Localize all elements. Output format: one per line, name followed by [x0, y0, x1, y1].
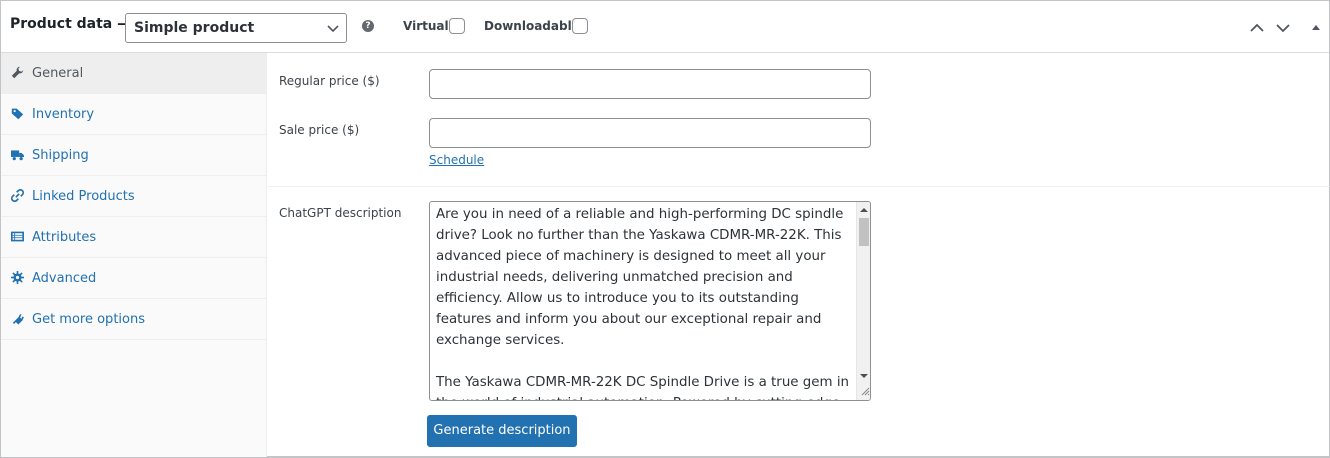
collapse-toggle-icon[interactable] [1308, 20, 1324, 36]
wrench-icon [11, 66, 24, 79]
scroll-up-icon[interactable] [860, 206, 868, 214]
product-data-title: Product data — [10, 16, 132, 32]
tab-shipping[interactable]: Shipping [1, 135, 266, 176]
resize-handle-icon[interactable] [860, 386, 870, 396]
textarea-scrollbar[interactable] [856, 202, 870, 400]
tab-inventory[interactable]: Inventory [1, 94, 266, 135]
virtual-checkbox[interactable] [449, 18, 465, 34]
chevron-down-icon [327, 25, 339, 33]
scroll-down-icon[interactable] [860, 372, 868, 380]
tab-label: Advanced [32, 271, 97, 286]
tab-linked-products[interactable]: Linked Products [1, 176, 266, 217]
tab-attributes[interactable]: Attributes [1, 217, 266, 258]
regular-price-input[interactable] [429, 69, 871, 99]
tab-label: Linked Products [32, 189, 135, 204]
tag-icon [11, 108, 24, 120]
sale-price-input[interactable] [429, 118, 871, 148]
regular-price-label: Regular price ($) [279, 74, 380, 88]
move-up-icon[interactable] [1249, 20, 1265, 36]
tab-label: General [32, 66, 84, 81]
list-icon [11, 231, 24, 242]
generate-description-button[interactable]: Generate description [427, 415, 577, 447]
help-icon[interactable]: ? [362, 20, 374, 32]
tab-label: Get more options [32, 312, 145, 327]
product-type-select[interactable]: Simple product [125, 13, 347, 43]
downloadable-checkbox[interactable] [572, 18, 588, 34]
sale-price-label: Sale price ($) [279, 123, 360, 137]
metabox-header: Product data — Simple product ? Virtual:… [1, 1, 1329, 53]
product-data-tabs: General Inventory Shipping Linked Produc… [1, 53, 267, 457]
plugin-icon [12, 314, 24, 325]
tab-label: Shipping [32, 148, 89, 163]
chatgpt-description-label: ChatGPT description [279, 206, 402, 220]
link-icon [11, 189, 24, 202]
scrollbar-thumb[interactable] [859, 218, 869, 246]
chatgpt-description-text: Are you in need of a reliable and high-p… [436, 207, 850, 400]
tab-advanced[interactable]: Advanced [1, 258, 266, 299]
section-divider [268, 186, 1330, 187]
general-panel: Regular price ($) Sale price ($) Schedul… [268, 53, 1330, 457]
chatgpt-description-textarea[interactable]: Are you in need of a reliable and high-p… [429, 201, 871, 401]
product-type-value: Simple product [134, 20, 255, 36]
tab-label: Inventory [32, 107, 95, 122]
tab-general[interactable]: General [1, 53, 266, 94]
gear-icon [11, 271, 24, 284]
downloadable-label: Downloadable: [484, 19, 585, 33]
tab-label: Attributes [32, 230, 97, 245]
virtual-label: Virtual: [403, 19, 454, 33]
tab-get-more-options[interactable]: Get more options [1, 299, 266, 340]
product-data-metabox: Product data — Simple product ? Virtual:… [0, 0, 1330, 458]
move-down-icon[interactable] [1275, 20, 1291, 36]
truck-icon [11, 150, 24, 161]
schedule-link[interactable]: Schedule [429, 153, 484, 167]
